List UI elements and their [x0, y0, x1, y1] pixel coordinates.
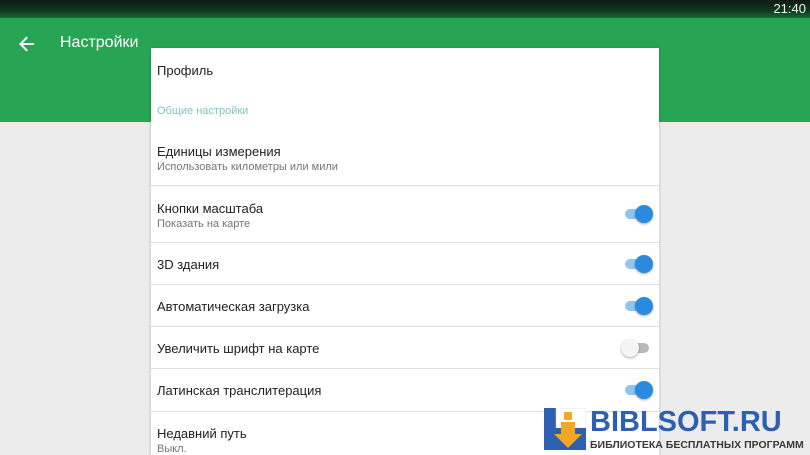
page-title: Настройки [60, 34, 139, 51]
settings-item-title: 3D здания [157, 257, 220, 272]
settings-item-subtitle: Использовать километры или мили [157, 161, 338, 173]
settings-item-title: Кнопки масштаба [157, 201, 264, 216]
settings-item-zoom-buttons[interactable]: Кнопки масштаба Показать на карте [151, 186, 659, 243]
settings-item-units[interactable]: Единицы измерения Использовать километры… [151, 129, 659, 186]
settings-item-transliteration[interactable]: Латинская транслитерация [151, 369, 659, 412]
toggle-knob [635, 255, 653, 273]
settings-item-title: Единицы измерения [157, 144, 281, 159]
toggle-switch[interactable] [623, 297, 653, 315]
settings-item-profile[interactable]: Профиль [151, 48, 659, 96]
toggle-switch[interactable] [623, 381, 653, 399]
settings-item-title: Увеличить шрифт на карте [157, 341, 320, 356]
watermark-name: BIBLSOFT.RU [590, 406, 782, 438]
section-header-general: Общие настройки [157, 105, 249, 117]
arrow-left-icon [19, 36, 34, 52]
settings-item-3d-buildings[interactable]: 3D здания [151, 243, 659, 285]
toggle-knob [621, 339, 639, 357]
toggle-switch[interactable] [623, 205, 653, 223]
settings-item-auto-download[interactable]: Автоматическая загрузка [151, 285, 659, 327]
watermark-tagline: БИБЛИОТЕКА БЕСПЛАТНЫХ ПРОГРАММ [590, 439, 804, 451]
toggle-knob [635, 205, 653, 223]
status-clock: 21:40 [773, 1, 806, 16]
biblsoft-logo-icon [544, 408, 586, 450]
settings-item-title: Недавний путь [157, 426, 247, 441]
watermark: BIBLSOFT.RU БИБЛИОТЕКА БЕСПЛАТНЫХ ПРОГРА… [544, 406, 810, 455]
back-button[interactable] [14, 31, 40, 57]
toggle-switch[interactable] [621, 339, 651, 357]
toggle-switch[interactable] [623, 255, 653, 273]
settings-item-title: Латинская транслитерация [157, 383, 322, 398]
settings-item-large-font[interactable]: Увеличить шрифт на карте [151, 327, 659, 369]
settings-item-subtitle: Показать на карте [157, 218, 251, 230]
settings-card: Профиль Общие настройки Единицы измерени… [151, 48, 659, 455]
settings-item-title: Профиль [157, 63, 214, 78]
settings-item-subtitle: Выкл. [157, 443, 187, 455]
status-bar: 21:40 [0, 0, 810, 18]
toggle-knob [635, 381, 653, 399]
settings-item-title: Автоматическая загрузка [157, 299, 310, 314]
toggle-knob [635, 297, 653, 315]
